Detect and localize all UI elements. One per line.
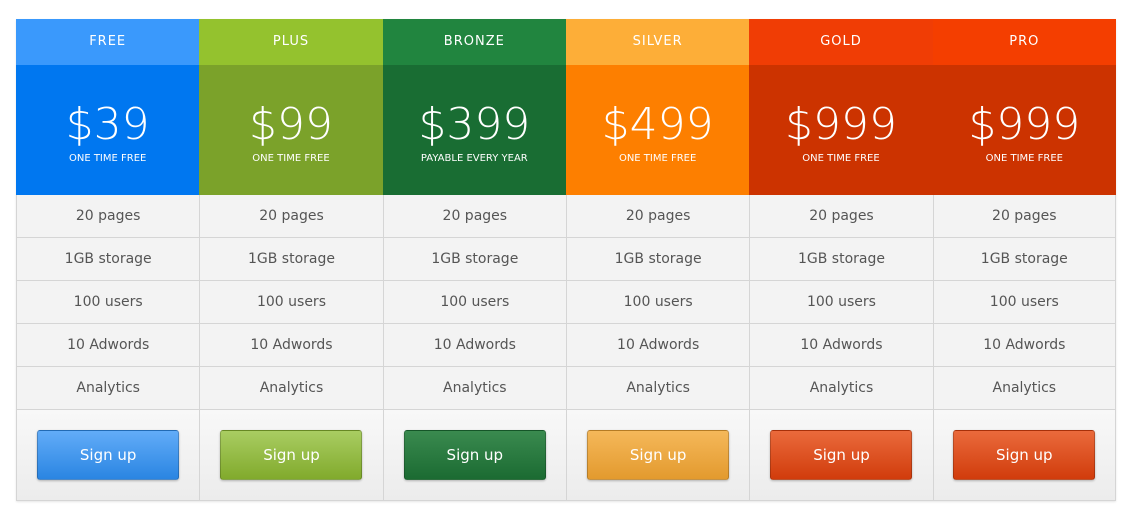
pricing-table: FREE $39 ONE TIME FREE 20 pages 1GB storag…	[16, 19, 1116, 501]
signup-row: Sign up	[932, 410, 1116, 501]
feature-row: 10 Adwords	[16, 324, 200, 367]
signup-button[interactable]: Sign up	[220, 430, 363, 480]
plan-name: FREE	[16, 19, 200, 65]
feature-row: 20 pages	[382, 195, 566, 238]
feature-row: 100 users	[565, 281, 750, 324]
feature-row: 1GB storage	[565, 238, 750, 281]
price-term: PAYABLE EVERY YEAR	[420, 153, 528, 164]
price-block: $499 ONE TIME FREE	[565, 65, 750, 195]
feature-row: Analytics	[749, 367, 933, 410]
feature-row: 1GB storage	[382, 238, 566, 281]
feature-row: 20 pages	[565, 195, 750, 238]
feature-row: 20 pages	[749, 195, 933, 238]
feature-row: 100 users	[382, 281, 566, 324]
feature-row: 20 pages	[16, 195, 200, 238]
price-block: $39 ONE TIME FREE	[16, 65, 200, 195]
signup-button[interactable]: Sign up	[37, 430, 180, 480]
price-amount: $999	[784, 99, 897, 150]
plan-column-plus: PLUS $99 ONE TIME FREE 20 pages 1GB storag…	[199, 19, 383, 501]
plan-column-bronze: BRONZE $399 PAYABLE EVERY YEAR 20 pages 1G…	[382, 19, 566, 501]
plan-column-gold: GOLD $999 ONE TIME FREE 20 pages 1GB stora…	[749, 19, 933, 501]
signup-row: Sign up	[749, 410, 933, 501]
signup-row: Sign up	[565, 410, 750, 501]
price-term: ONE TIME FREE	[618, 153, 697, 164]
feature-row: 1GB storage	[932, 238, 1116, 281]
price-term: ONE TIME FREE	[985, 153, 1063, 164]
price-term: ONE TIME FREE	[68, 153, 147, 164]
feature-row: Analytics	[932, 367, 1116, 410]
price-block: $999 ONE TIME FREE	[932, 65, 1116, 195]
price-amount: $399	[418, 99, 531, 150]
feature-row: Analytics	[16, 367, 200, 410]
signup-row: Sign up	[16, 410, 200, 501]
price-block: $999 ONE TIME FREE	[749, 65, 933, 195]
plan-name: SILVER	[565, 19, 750, 65]
plan-name: PRO	[932, 19, 1116, 65]
feature-row: 100 users	[932, 281, 1116, 324]
plan-column-pro: PRO $999 ONE TIME FREE 20 pages 1GB storag…	[932, 19, 1116, 501]
price-amount: $499	[601, 99, 714, 150]
signup-row: Sign up	[382, 410, 566, 501]
price-amount: $999	[968, 99, 1081, 150]
plan-column-silver: SILVER $499 ONE TIME FREE 20 pages 1GB sto…	[565, 19, 750, 501]
signup-button[interactable]: Sign up	[770, 430, 913, 480]
feature-row: 1GB storage	[199, 238, 383, 281]
price-term: ONE TIME FREE	[802, 153, 880, 164]
price-term: ONE TIME FREE	[252, 153, 330, 164]
feature-row: 100 users	[749, 281, 933, 324]
signup-button[interactable]: Sign up	[587, 430, 730, 480]
signup-button[interactable]: Sign up	[403, 430, 546, 480]
feature-row: 10 Adwords	[749, 324, 933, 367]
feature-row: 10 Adwords	[382, 324, 566, 367]
feature-row: 10 Adwords	[565, 324, 750, 367]
price-amount: $99	[249, 99, 333, 150]
feature-row: 20 pages	[932, 195, 1116, 238]
feature-row: 10 Adwords	[199, 324, 383, 367]
feature-row: 20 pages	[199, 195, 383, 238]
feature-row: Analytics	[565, 367, 750, 410]
feature-row: 100 users	[16, 281, 200, 324]
feature-row: Analytics	[382, 367, 566, 410]
plan-name: GOLD	[749, 19, 933, 65]
price-block: $99 ONE TIME FREE	[199, 65, 383, 195]
feature-row: 10 Adwords	[932, 324, 1116, 367]
plan-name: PLUS	[199, 19, 383, 65]
feature-row: 1GB storage	[16, 238, 200, 281]
plan-column-free: FREE $39 ONE TIME FREE 20 pages 1GB storag…	[16, 19, 200, 501]
feature-row: 100 users	[199, 281, 383, 324]
signup-row: Sign up	[199, 410, 383, 501]
price-block: $399 PAYABLE EVERY YEAR	[382, 65, 566, 195]
signup-button[interactable]: Sign up	[953, 430, 1096, 480]
plan-name: BRONZE	[382, 19, 566, 65]
price-amount: $39	[65, 99, 150, 150]
feature-row: Analytics	[199, 367, 383, 410]
feature-row: 1GB storage	[749, 238, 933, 281]
